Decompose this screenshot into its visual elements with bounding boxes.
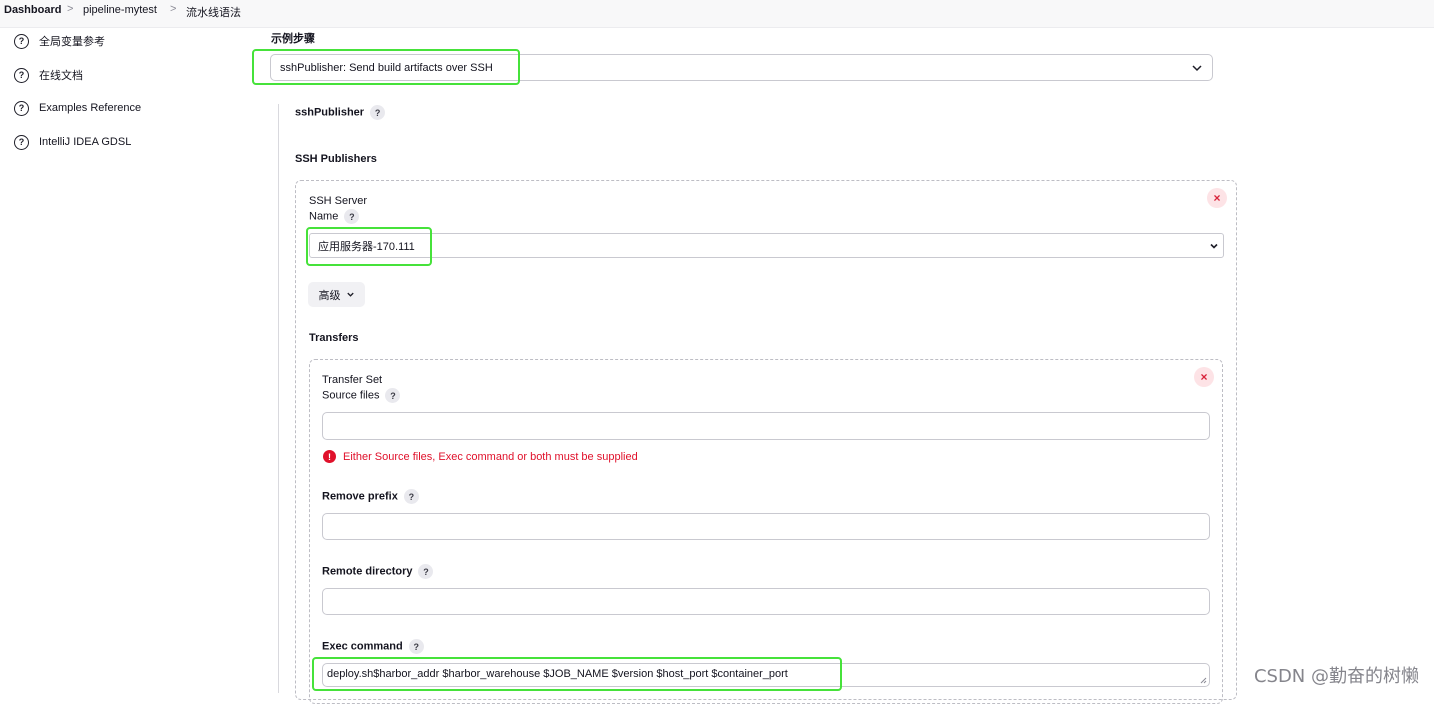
sidebar-item-label: Examples Reference	[39, 102, 142, 114]
error-icon: !	[323, 450, 336, 463]
remote-directory-input[interactable]	[322, 588, 1210, 615]
transfer-set-title: Transfer Set	[322, 374, 383, 386]
remove-prefix-heading: Remove prefix?	[322, 489, 419, 504]
close-icon: ×	[1213, 191, 1221, 205]
step-name-heading: sshPublisher?	[295, 105, 386, 120]
step-name-label: sshPublisher	[295, 106, 365, 119]
help-circle-icon: ?	[14, 33, 29, 49]
help-circle-icon: ?	[14, 134, 29, 150]
sidebar-item-label: 在线文档	[39, 70, 83, 82]
help-icon[interactable]: ?	[385, 388, 401, 403]
transfers-label: Transfers	[309, 332, 359, 344]
watermark: CSDN @勤奋的树懒	[1253, 666, 1419, 687]
breadcrumb-pipeline-syntax[interactable]: 流水线语法	[186, 4, 241, 20]
ssh-server-name-value: 应用服务器-170.111	[318, 240, 415, 253]
chevron-down-icon	[1210, 243, 1218, 249]
chevron-down-icon	[346, 292, 354, 297]
sidebar-item-intellij-gdsl[interactable]: ? IntelliJ IDEA GDSL	[14, 133, 131, 151]
remote-directory-label: Remote directory	[322, 565, 413, 578]
remove-prefix-input[interactable]	[322, 513, 1210, 540]
name-label: Name	[309, 210, 339, 223]
help-icon[interactable]: ?	[344, 209, 360, 224]
validation-error: ! Either Source files, Exec command or b…	[323, 450, 638, 463]
ssh-server-name-select[interactable]: 应用服务器-170.111	[309, 233, 1224, 258]
breadcrumb-separator: >	[170, 3, 177, 15]
help-icon[interactable]: ?	[408, 639, 424, 654]
help-icon[interactable]: ?	[370, 105, 386, 120]
help-icon[interactable]: ?	[403, 489, 419, 504]
breadcrumb-dashboard[interactable]: Dashboard	[4, 4, 61, 16]
breadcrumb-bar: Dashboard > pipeline-mytest > 流水线语法	[0, 0, 1434, 28]
help-icon[interactable]: ?	[418, 564, 434, 579]
section-divider	[278, 104, 279, 693]
remove-ssh-server-button[interactable]: ×	[1207, 188, 1227, 208]
name-field-heading: Name?	[309, 209, 360, 224]
sidebar-item-global-variables[interactable]: ? 全局变量参考	[14, 32, 105, 50]
source-files-input[interactable]	[322, 412, 1210, 440]
breadcrumb-pipeline[interactable]: pipeline-mytest	[83, 4, 157, 16]
remove-prefix-label: Remove prefix	[322, 490, 398, 503]
sample-step-value: sshPublisher: Send build artifacts over …	[280, 61, 493, 74]
exec-command-label: Exec command	[322, 640, 403, 653]
help-circle-icon: ?	[14, 67, 29, 83]
source-files-heading: Source files?	[322, 388, 401, 403]
sample-step-label: 示例步骤	[271, 33, 315, 45]
sample-step-select[interactable]: sshPublisher: Send build artifacts over …	[270, 54, 1213, 81]
help-circle-icon: ?	[14, 100, 29, 116]
resize-handle-icon[interactable]	[1200, 677, 1207, 684]
sidebar-item-label: 全局变量参考	[39, 36, 105, 48]
advanced-label: 高级	[318, 289, 341, 302]
ssh-server-title: SSH Server	[309, 195, 368, 207]
exec-command-value: deploy.sh$harbor_addr $harbor_warehouse …	[327, 668, 788, 680]
advanced-button[interactable]: 高级	[308, 282, 365, 307]
sidebar-item-label: IntelliJ IDEA GDSL	[39, 136, 132, 148]
remote-directory-heading: Remote directory?	[322, 564, 434, 579]
exec-command-heading: Exec command?	[322, 639, 424, 654]
chevron-down-icon	[1192, 64, 1202, 71]
error-message: Either Source files, Exec command or bot…	[343, 450, 638, 463]
sidebar-item-examples-reference[interactable]: ? Examples Reference	[14, 99, 141, 117]
sidebar-item-online-docs[interactable]: ? 在线文档	[14, 66, 83, 84]
remove-transfer-set-button[interactable]: ×	[1194, 367, 1214, 387]
ssh-publishers-label: SSH Publishers	[295, 153, 377, 165]
source-files-label: Source files	[322, 389, 380, 402]
breadcrumb-separator: >	[67, 3, 74, 15]
close-icon: ×	[1200, 370, 1208, 384]
